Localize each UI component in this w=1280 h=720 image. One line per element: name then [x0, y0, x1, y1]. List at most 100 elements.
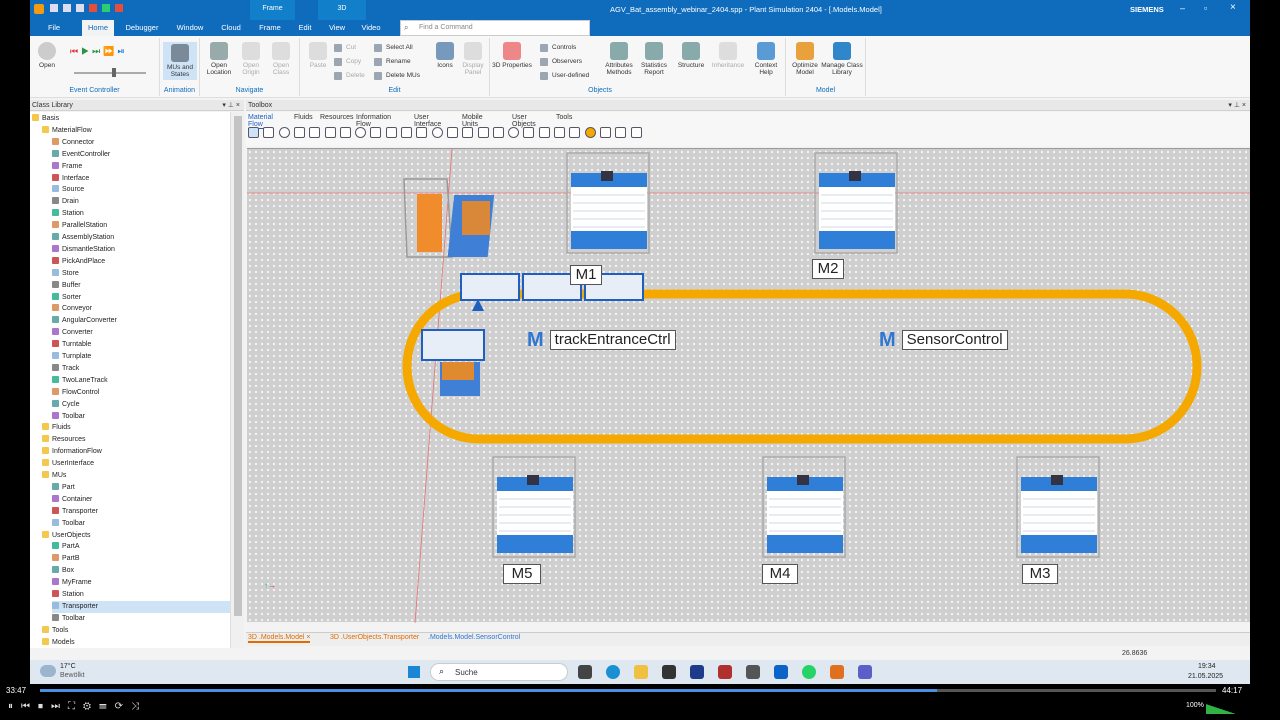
class-tree-item[interactable]: Toolbar [52, 411, 230, 423]
teams-icon[interactable] [858, 665, 872, 679]
open-location-button[interactable]: Open Location [204, 42, 234, 76]
class-tree-item[interactable]: Tools [42, 625, 230, 637]
class-tree-item[interactable]: Part [52, 482, 230, 494]
command-search[interactable]: ⌕ Find a Command [400, 20, 590, 36]
taskbar-search[interactable]: ⌕ Suche [430, 663, 568, 681]
station-label-m5[interactable]: M5 [503, 564, 541, 584]
tab-debugger[interactable]: Debugger [122, 20, 162, 36]
calculator-icon[interactable] [746, 665, 760, 679]
single-step-icon[interactable]: ⏯ [117, 46, 127, 56]
toolbox-object-icon[interactable] [431, 127, 443, 138]
class-tree-item[interactable]: Transporter [52, 600, 230, 613]
previous-icon[interactable]: ⏮ [21, 701, 38, 712]
toolbox-tab[interactable]: Information Flow [356, 114, 391, 128]
settings-icon[interactable]: ⚙ [83, 701, 99, 712]
tab-window[interactable]: Window [172, 20, 208, 36]
tree-scrollbar[interactable] [230, 112, 244, 648]
outlook-icon[interactable] [774, 665, 788, 679]
station-label-m4[interactable]: M4 [762, 564, 798, 584]
toolbox-tab[interactable]: User Objects [512, 114, 536, 128]
class-tree-item[interactable]: Toolbar [52, 518, 230, 530]
tab-file[interactable]: File [40, 20, 68, 36]
machine-cell[interactable] [814, 152, 898, 254]
delete-mus-button[interactable]: Delete MUs [374, 70, 420, 82]
minimize-button[interactable]: – [1180, 3, 1185, 13]
toolbox-object-icon[interactable] [263, 127, 275, 138]
machine-cell[interactable] [566, 152, 650, 254]
statistics-report-button[interactable]: Statistics Report [636, 42, 672, 76]
toolbox-object-icon[interactable] [370, 127, 382, 138]
toolbox-object-icon[interactable] [248, 127, 259, 138]
class-tree-item[interactable]: EventController [52, 149, 230, 161]
class-tree-item[interactable]: Toolbar [52, 613, 230, 625]
toolbox-object-icon[interactable] [492, 127, 504, 138]
cut-button[interactable]: Cut [334, 42, 356, 54]
toolbox-object-icon[interactable] [355, 127, 367, 138]
class-tree-item[interactable]: Box [52, 565, 230, 577]
delete-button[interactable]: Delete [334, 70, 365, 82]
class-tree-item[interactable]: Basis [32, 113, 230, 125]
shuffle-icon[interactable]: ⤨ [131, 701, 147, 712]
tab-edit[interactable]: Edit [294, 20, 316, 36]
user-defined-button[interactable]: User-defined [540, 70, 589, 82]
station-label-m1[interactable]: M1 [570, 265, 602, 285]
class-tree-item[interactable]: PartA [52, 541, 230, 553]
toolbox-object-icon[interactable] [584, 127, 596, 138]
toolbox-tab[interactable]: Resources [320, 114, 353, 121]
3d-properties-button[interactable]: 3D Properties [492, 42, 532, 69]
toolbox-object-icon[interactable] [324, 127, 336, 138]
class-tree-item[interactable]: AngularConverter [52, 315, 230, 327]
class-tree-item[interactable]: Converter [52, 327, 230, 339]
class-tree-item[interactable]: Models [42, 637, 230, 648]
next-icon[interactable]: ⏭ [51, 701, 68, 712]
icons-button[interactable]: Icons [432, 42, 458, 69]
display-panel-button[interactable]: Display Panel [458, 42, 488, 76]
class-tree-item[interactable]: PickAndPlace [52, 256, 230, 268]
pause-icon[interactable]: ⏸ [8, 701, 21, 712]
machine-cell[interactable] [762, 456, 846, 558]
class-tree-item[interactable]: Source [52, 184, 230, 196]
progress-bar[interactable] [40, 689, 1216, 692]
toolbox-pin-icon[interactable]: ▾ ⊥ × [1228, 100, 1246, 111]
machine-cell[interactable] [492, 456, 576, 558]
class-tree-item[interactable]: InformationFlow [42, 446, 230, 458]
stop-icon[interactable] [115, 4, 123, 12]
tab-frame[interactable]: Frame [254, 20, 286, 36]
toolbox-object-icon[interactable] [293, 127, 305, 138]
station-label-m2[interactable]: M2 [812, 259, 844, 279]
optimize-model-button[interactable]: Optimize Model [788, 42, 822, 76]
tree-scrollbar-thumb[interactable] [234, 116, 242, 616]
toolbox-object-icon[interactable] [508, 127, 520, 138]
step-icon[interactable]: ⏭ [92, 46, 103, 56]
tab-home[interactable]: Home [82, 20, 114, 36]
tab-view[interactable]: View [324, 20, 350, 36]
windows-start-icon[interactable] [408, 666, 420, 678]
open-origin-button[interactable]: Open Origin [236, 42, 266, 76]
reset-icon[interactable]: ⏮ [70, 46, 81, 56]
controls-button[interactable]: Controls [540, 42, 576, 54]
toolbox-object-icon[interactable] [309, 127, 321, 138]
class-tree-item[interactable]: TwoLaneTrack [52, 375, 230, 387]
fullscreen-icon[interactable]: ⛶ [68, 701, 83, 712]
model-canvas[interactable]: M1 M2 M3 M4 M5 M trackEntranceCtrl M Sen… [247, 148, 1250, 623]
structure-button[interactable]: Structure [674, 42, 708, 69]
class-tree-item[interactable]: Track [52, 363, 230, 375]
toolbox-object-icon[interactable] [554, 127, 565, 138]
app-l-icon[interactable] [690, 665, 704, 679]
volume-slider[interactable] [1206, 704, 1236, 714]
new-icon[interactable] [50, 4, 58, 12]
class-tree-item[interactable]: Station [52, 208, 230, 220]
start-icon[interactable]: ▶ [81, 46, 92, 56]
class-tree-item[interactable]: UserObjects [42, 530, 230, 542]
plant-simulation-icon[interactable] [830, 665, 844, 679]
station-label-m3[interactable]: M3 [1022, 564, 1058, 584]
copy-button[interactable]: Copy [334, 56, 361, 68]
class-tree-item[interactable]: Store [52, 268, 230, 280]
loop-icon[interactable]: ⟳ [115, 701, 131, 712]
method-sensor-control[interactable]: M SensorControl [879, 329, 1008, 351]
paste-button[interactable]: Paste [304, 42, 332, 69]
store-icon[interactable] [662, 665, 676, 679]
app-icon[interactable] [718, 665, 732, 679]
class-tree-item[interactable]: DismantleStation [52, 244, 230, 256]
tab-cloud[interactable]: Cloud [216, 20, 246, 36]
